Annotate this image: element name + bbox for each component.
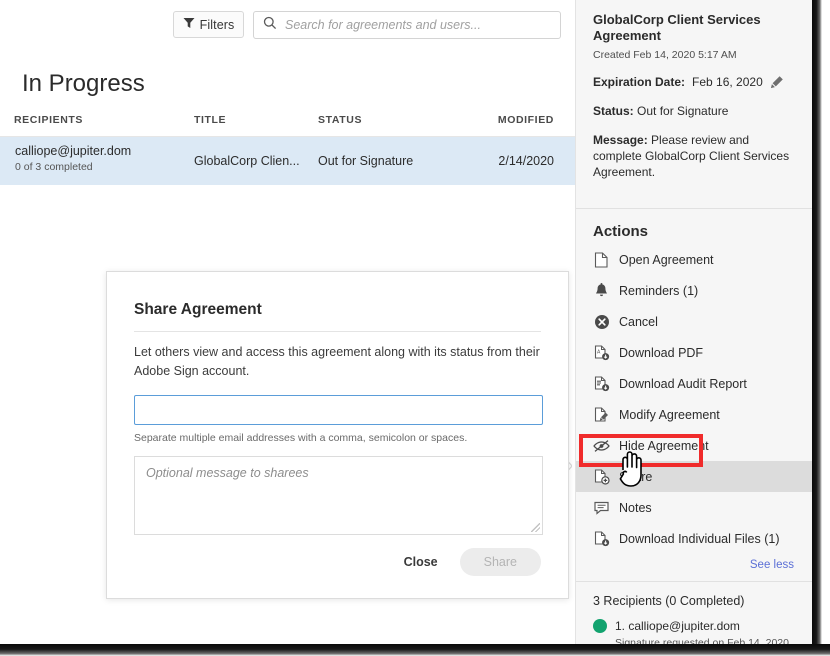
speech-bubble-icon <box>593 499 610 516</box>
action-notes[interactable]: Notes <box>576 492 812 523</box>
action-label: Modify Agreement <box>619 407 720 422</box>
window-shadow-bottom <box>0 644 830 656</box>
actions-heading: Actions <box>593 223 649 241</box>
filters-label: Filters <box>199 17 235 32</box>
column-header-modified[interactable]: MODIFIED <box>498 114 554 126</box>
action-cancel[interactable]: Cancel <box>576 306 812 337</box>
dialog-buttons: Close Share <box>394 548 541 576</box>
top-toolbar: Filters Search for agreements and users.… <box>0 0 575 45</box>
agreement-detail-panel: GlobalCorp Client Services Agreement Cre… <box>575 0 812 648</box>
app-window: Filters Search for agreements and users.… <box>0 0 822 648</box>
share-agreement-dialog: Share Agreement Let others view and acce… <box>106 271 569 599</box>
action-reminders[interactable]: Reminders (1) <box>576 275 812 306</box>
action-share[interactable]: Share <box>576 461 812 493</box>
agreement-info: GlobalCorp Client Services Agreement Cre… <box>576 0 812 194</box>
column-header-status[interactable]: STATUS <box>318 114 362 126</box>
filters-button[interactable]: Filters <box>173 11 244 38</box>
share-message-textarea[interactable]: Optional message to sharees <box>134 455 543 535</box>
recipients-heading: 3 Recipients (0 Completed) <box>593 594 745 609</box>
dialog-title: Share Agreement <box>134 301 262 318</box>
recipient-name: 1. calliope@jupiter.dom <box>615 619 740 634</box>
cancel-circle-icon <box>593 313 610 330</box>
action-label: Download Individual Files (1) <box>619 531 780 546</box>
action-label: Cancel <box>619 314 658 329</box>
actions-list: Open Agreement Reminders (1) Cancel A Do… <box>576 244 812 554</box>
message-label: Message: <box>593 132 648 147</box>
share-document-icon <box>593 468 610 485</box>
table-header: RECIPIENTS TITLE STATUS MODIFIED <box>0 108 575 137</box>
funnel-icon <box>183 17 195 32</box>
message-row: Message: Please review and complete Glob… <box>593 132 812 181</box>
search-placeholder: Search for agreements and users... <box>285 18 481 32</box>
expiration-value: Feb 16, 2020 <box>692 74 763 89</box>
action-download-individual-files[interactable]: Download Individual Files (1) <box>576 523 812 554</box>
agreement-title: GlobalCorp Client Services Agreement <box>593 12 761 44</box>
table-row[interactable]: calliope@jupiter.dom 0 of 3 completed Gl… <box>0 137 575 185</box>
row-recipient-progress: 0 of 3 completed <box>15 161 93 173</box>
action-modify-agreement[interactable]: Modify Agreement <box>576 399 812 430</box>
download-report-icon <box>593 375 610 392</box>
recipient-status-dot <box>593 619 607 634</box>
status-row: Status: Out for Signature <box>593 103 812 119</box>
window-shadow-right <box>812 0 822 656</box>
action-download-pdf[interactable]: A Download PDF <box>576 337 812 368</box>
agreements-table: RECIPIENTS TITLE STATUS MODIFIED calliop… <box>0 108 575 185</box>
action-download-audit-report[interactable]: Download Audit Report <box>576 368 812 399</box>
agreement-created-date: Created Feb 14, 2020 5:17 AM <box>593 48 737 61</box>
action-label: Download PDF <box>619 345 704 360</box>
document-icon <box>593 251 610 268</box>
action-label: Open Agreement <box>619 252 714 267</box>
action-open-agreement[interactable]: Open Agreement <box>576 244 812 275</box>
status-value: Out for Signature <box>637 103 729 118</box>
bell-icon <box>593 282 610 299</box>
share-button: Share <box>459 548 541 576</box>
column-header-title[interactable]: TITLE <box>194 114 226 126</box>
action-label: Hide Agreement <box>619 438 709 453</box>
expiration-label: Expiration Date: <box>593 74 686 89</box>
action-label: Download Audit Report <box>619 376 747 391</box>
row-recipients-cell: calliope@jupiter.dom 0 of 3 completed <box>15 144 131 173</box>
status-label: Status: <box>593 103 634 118</box>
textarea-resize-handle[interactable] <box>531 522 540 532</box>
column-header-recipients[interactable]: RECIPIENTS <box>14 114 83 126</box>
search-input[interactable]: Search for agreements and users... <box>253 11 561 39</box>
row-status: Out for Signature <box>318 154 414 168</box>
page-title: In Progress <box>22 70 145 97</box>
download-files-icon <box>593 530 610 547</box>
action-label: Notes <box>619 500 652 515</box>
see-less-link[interactable]: See less <box>576 554 812 571</box>
download-pdf-icon: A <box>593 344 610 361</box>
share-email-input[interactable] <box>134 394 543 425</box>
email-hint-text: Separate multiple email addresses with a… <box>134 431 468 444</box>
row-title: GlobalCorp Clien... <box>194 154 300 168</box>
eye-slash-icon <box>593 437 610 454</box>
modify-document-icon <box>593 406 610 423</box>
search-icon <box>263 16 277 35</box>
action-label: Reminders (1) <box>619 283 699 298</box>
action-hide-agreement[interactable]: Hide Agreement <box>576 430 812 461</box>
dialog-description: Let others view and access this agreemen… <box>134 345 540 378</box>
expiration-row: Expiration Date: Feb 16, 2020 <box>593 74 812 90</box>
pencil-icon[interactable] <box>770 75 784 89</box>
close-button[interactable]: Close <box>394 548 448 576</box>
message-placeholder: Optional message to sharees <box>146 465 309 480</box>
row-recipient-email: calliope@jupiter.dom <box>15 144 132 158</box>
row-modified: 2/14/2020 <box>498 154 554 168</box>
action-label: Share <box>619 469 653 484</box>
